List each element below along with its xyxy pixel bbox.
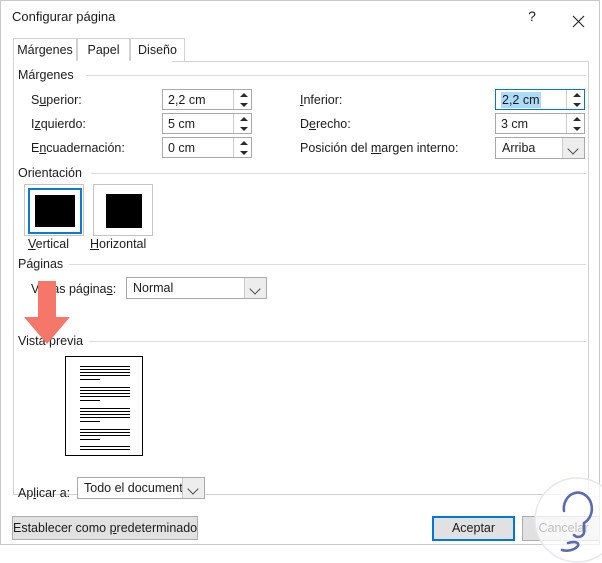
- spin-down-encuadernacion[interactable]: [234, 148, 251, 157]
- spin-superior[interactable]: 2,2 cm: [162, 89, 252, 110]
- orientation-label-vertical: Vertical: [28, 237, 69, 251]
- group-header-vista-previa: Vista previa: [18, 334, 89, 348]
- label-inferior: Inferior:: [300, 93, 342, 107]
- value-varias-paginas: Normal: [133, 280, 173, 296]
- spin-derecho[interactable]: 3 cm: [495, 113, 585, 134]
- close-icon[interactable]: [556, 1, 600, 32]
- group-line-vista-previa: [83, 341, 586, 342]
- tab-margenes[interactable]: Márgenes: [13, 38, 77, 62]
- dialog-title: Configurar página: [12, 9, 115, 24]
- spin-inferior[interactable]: 2,2 cm: [495, 89, 585, 110]
- orientation-label-horizontal: Horizontal: [90, 237, 146, 251]
- tab-papel[interactable]: Papel: [77, 38, 130, 62]
- chevron-down-icon-posicion[interactable]: [562, 138, 584, 158]
- group-line-margenes: [86, 75, 586, 76]
- spinner-izquierdo[interactable]: [233, 114, 251, 133]
- page-vertical-icon: [35, 195, 75, 227]
- chevron-down-icon-varias-paginas[interactable]: [244, 278, 266, 298]
- value-posicion-margen-interno: Arriba: [502, 140, 535, 156]
- spin-up-inferior[interactable]: [567, 90, 584, 99]
- label-aplicar-a: Aplicar a:: [18, 486, 70, 500]
- group-header-paginas: Páginas: [18, 257, 69, 271]
- spinner-derecho[interactable]: [566, 114, 584, 133]
- value-inferior: 2,2 cm: [501, 92, 541, 108]
- spin-up-encuadernacion[interactable]: [234, 138, 251, 147]
- spin-up-superior[interactable]: [234, 90, 251, 99]
- label-encuadernacion: Encuadernación:: [31, 141, 125, 155]
- orientation-tile-vertical[interactable]: [24, 184, 84, 236]
- help-glyph: ?: [528, 8, 536, 24]
- set-as-default-button[interactable]: Establecer como predeterminado: [12, 516, 198, 540]
- spinner-encuadernacion[interactable]: [233, 138, 251, 157]
- page-setup-dialog: Configurar página ? Márgenes Papel Diseñ…: [0, 0, 600, 545]
- label-superior: Superior:: [31, 93, 82, 107]
- tab-strip: Márgenes Papel Diseño: [13, 38, 589, 62]
- accept-button[interactable]: Aceptar: [432, 516, 515, 541]
- spin-down-inferior[interactable]: [567, 100, 584, 109]
- spin-down-superior[interactable]: [234, 100, 251, 109]
- group-header-margenes: Márgenes: [18, 68, 80, 82]
- spin-encuadernacion[interactable]: 0 cm: [162, 137, 252, 158]
- label-posicion-margen-interno: Posición del margen interno:: [300, 141, 458, 155]
- spinner-inferior[interactable]: [566, 90, 584, 109]
- page-preview: [65, 356, 143, 456]
- value-aplicar-a: Todo el documento: [84, 480, 190, 496]
- help-icon[interactable]: ?: [510, 1, 554, 32]
- tab-diseno[interactable]: Diseño: [130, 38, 185, 62]
- group-header-orientacion: Orientación: [18, 166, 88, 180]
- spin-izquierdo[interactable]: 5 cm: [162, 113, 252, 134]
- tab-panel-seam: [14, 61, 172, 62]
- spin-up-izquierdo[interactable]: [234, 114, 251, 123]
- combo-varias-paginas[interactable]: Normal: [126, 277, 267, 299]
- combo-aplicar-a[interactable]: Todo el documento: [77, 477, 205, 499]
- value-superior: 2,2 cm: [168, 92, 206, 108]
- cancel-button[interactable]: Cancelar: [522, 516, 600, 541]
- close-x-icon: [572, 15, 585, 28]
- group-line-paginas: [69, 264, 586, 265]
- combo-posicion-margen-interno[interactable]: Arriba: [495, 137, 585, 159]
- value-izquierdo: 5 cm: [168, 116, 195, 132]
- page-horizontal-icon: [106, 194, 142, 228]
- group-line-orientacion: [91, 173, 586, 174]
- chevron-down-icon-aplicar-a[interactable]: [182, 478, 204, 498]
- label-izquierdo: Izquierdo:: [31, 117, 86, 131]
- spin-down-izquierdo[interactable]: [234, 124, 251, 133]
- orientation-tile-horizontal[interactable]: [93, 184, 153, 236]
- label-varias-paginas: Varias páginas:: [31, 282, 116, 296]
- label-derecho: Derecho:: [300, 117, 351, 131]
- spinner-superior[interactable]: [233, 90, 251, 109]
- title-bar: Configurar página ?: [1, 1, 600, 32]
- spin-down-derecho[interactable]: [567, 124, 584, 133]
- value-encuadernacion: 0 cm: [168, 140, 195, 156]
- value-derecho: 3 cm: [501, 116, 528, 132]
- spin-up-derecho[interactable]: [567, 114, 584, 123]
